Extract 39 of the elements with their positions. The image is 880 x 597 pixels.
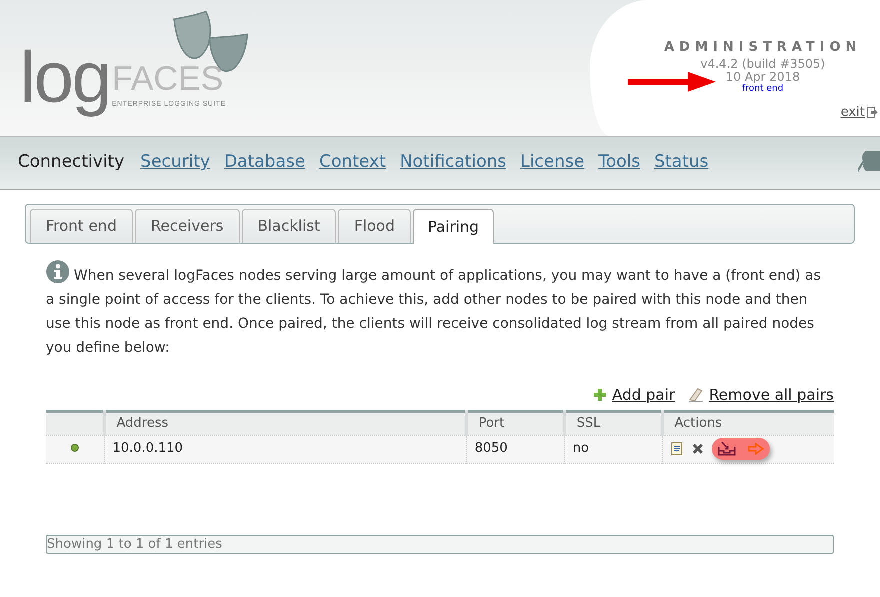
tab[interactable]: Blacklist <box>242 209 336 243</box>
nav-link[interactable]: Context <box>319 150 386 176</box>
column-header[interactable]: Address <box>104 411 466 435</box>
nav-link[interactable]: Database <box>224 150 306 176</box>
remove-all-link[interactable]: Remove all pairs <box>689 384 834 406</box>
tab[interactable]: Front end <box>30 209 133 243</box>
info-icon <box>46 260 70 284</box>
table-cell: 8050 <box>466 435 564 463</box>
logo-text: log <box>20 37 110 120</box>
inbox-icon[interactable] <box>718 442 736 456</box>
pointer-arrow-icon <box>628 72 716 92</box>
mode-text: front end <box>742 84 784 94</box>
tab[interactable]: Receivers <box>134 209 240 243</box>
plus-icon <box>594 389 606 402</box>
exit-icon <box>867 107 878 118</box>
nav-link[interactable]: Status <box>654 150 709 176</box>
delete-icon[interactable] <box>692 443 704 455</box>
nav-link[interactable]: License <box>520 150 585 176</box>
admin-title: ADMINISTRATION <box>664 39 862 57</box>
column-header[interactable]: SSL <box>564 411 662 435</box>
logo-text: FACES <box>112 60 225 98</box>
nav-link[interactable]: Security <box>140 150 210 176</box>
column-header[interactable]: Actions <box>662 411 834 435</box>
eraser-icon <box>689 388 704 402</box>
nav-link[interactable]: Connectivity <box>18 150 125 176</box>
version-text: v4.4.2 (build #3505) <box>700 58 826 70</box>
edit-document-icon[interactable] <box>670 442 684 456</box>
column-header[interactable]: Port <box>466 411 564 435</box>
table-footer: Showing 1 to 1 of 1 entries <box>46 534 834 554</box>
tab[interactable]: Flood <box>338 209 411 243</box>
nav-link[interactable]: Notifications <box>400 150 506 176</box>
table-cell: no <box>564 435 662 463</box>
add-pair-link[interactable]: Add pair <box>594 384 676 406</box>
exit-link[interactable]: exit <box>840 103 878 122</box>
nav-link[interactable]: Tools <box>598 150 640 176</box>
info-text: When several logFaces nodes serving large amount of applications, you may want to have a (front end) as a single point of access for the clients. To achieve this, add other nodes to be paired with this node and then use this node as front end. Once paired, the clients will receive consolidated log stream from all paired nodes you define below: <box>46 260 834 360</box>
date-text: 10 Apr 2018 <box>726 70 800 84</box>
table-cell: 10.0.0.110 <box>104 435 466 463</box>
tab[interactable]: Pairing <box>412 209 494 244</box>
